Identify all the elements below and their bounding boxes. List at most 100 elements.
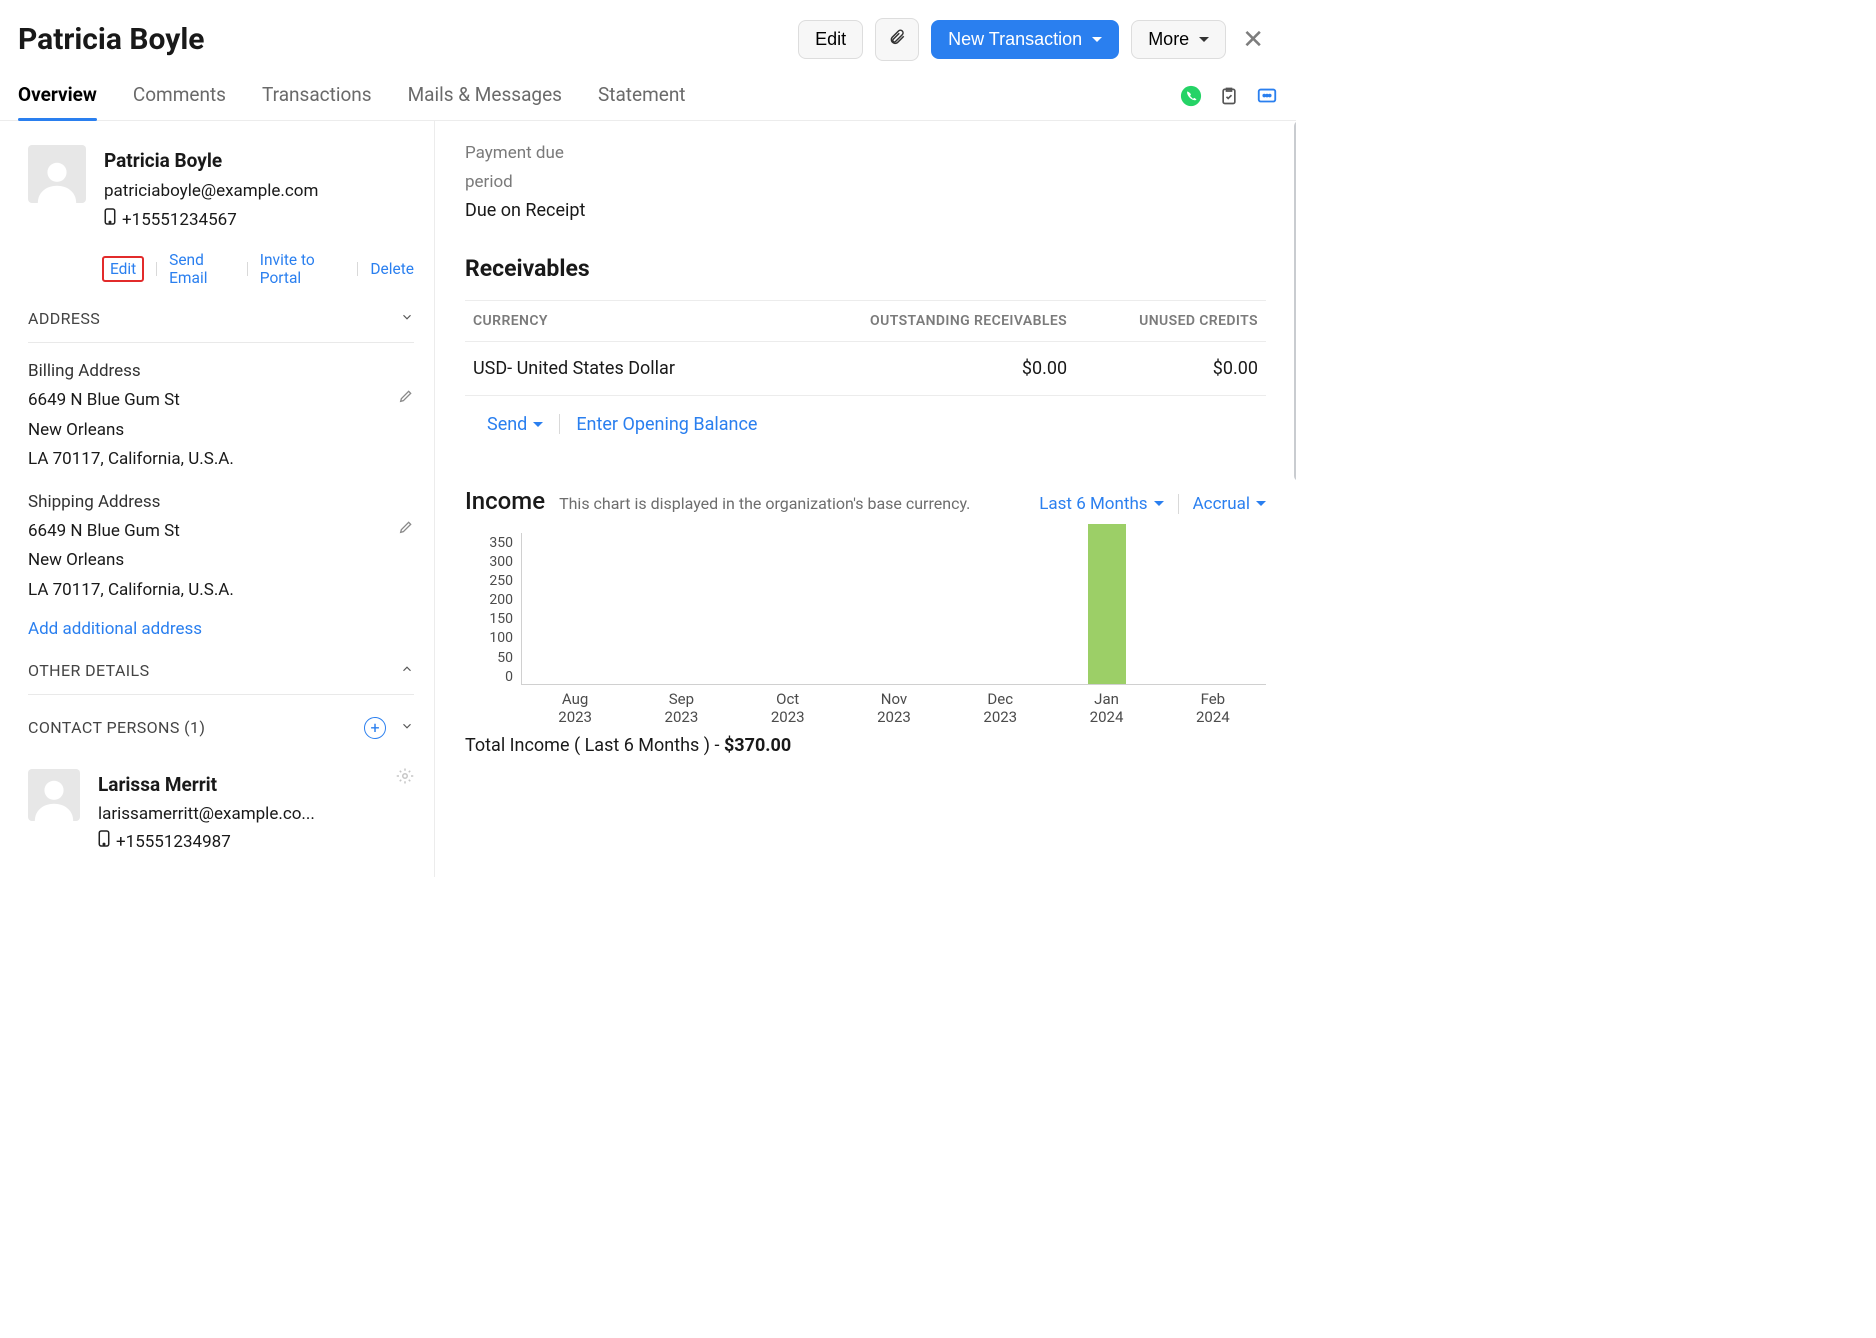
- cell-unused: $0.00: [1075, 341, 1266, 395]
- paperclip-icon: [888, 27, 906, 52]
- address-line: 6649 N Blue Gum St: [28, 386, 414, 415]
- divider: [1178, 494, 1179, 514]
- avatar: [28, 145, 86, 203]
- profile-email: patriciaboyle@example.com: [104, 177, 318, 206]
- pencil-icon[interactable]: [398, 385, 414, 401]
- delete-link[interactable]: Delete: [370, 260, 414, 278]
- chevron-up-icon: [400, 661, 414, 680]
- cell-outstanding: $0.00: [774, 341, 1076, 395]
- pencil-icon[interactable]: [398, 516, 414, 532]
- divider: [156, 262, 157, 276]
- payment-due-value: Due on Receipt: [465, 200, 1266, 221]
- profile-name: Patricia Boyle: [104, 145, 318, 177]
- add-contact-button[interactable]: +: [364, 717, 386, 739]
- avatar: [28, 769, 80, 821]
- y-tick: 350: [489, 535, 513, 551]
- attachment-button[interactable]: [875, 18, 919, 61]
- other-details-label: OTHER DETAILS: [28, 661, 149, 680]
- table-row: USD- United States Dollar $0.00 $0.00: [465, 341, 1266, 395]
- page-title: Patricia Boyle: [18, 22, 205, 57]
- profile-phone: +15551234567: [122, 206, 237, 235]
- income-chart: 350300250200150100500 Aug2023Sep2023Oct2…: [465, 533, 1266, 723]
- send-dropdown[interactable]: Send: [487, 414, 543, 435]
- contact-persons-label: CONTACT PERSONS (1): [28, 718, 205, 737]
- enter-opening-balance-link[interactable]: Enter Opening Balance: [576, 414, 757, 435]
- address-line: 6649 N Blue Gum St: [28, 517, 414, 546]
- caret-down-icon: [533, 422, 543, 427]
- scrollbar[interactable]: [1294, 121, 1296, 481]
- tab-statement[interactable]: Statement: [598, 71, 686, 120]
- mobile-icon: [98, 828, 110, 856]
- chevron-down-icon: [400, 718, 414, 737]
- whatsapp-icon[interactable]: [1180, 85, 1202, 107]
- invite-portal-link[interactable]: Invite to Portal: [260, 251, 346, 287]
- divider: [559, 414, 560, 434]
- address-line: New Orleans: [28, 416, 414, 445]
- caret-down-icon: [1256, 501, 1266, 506]
- income-subtitle: This chart is displayed in the organizat…: [559, 494, 1025, 513]
- contact-name: Larissa Merrit: [98, 769, 315, 800]
- x-tick: Dec2023: [983, 690, 1017, 726]
- clipboard-check-icon[interactable]: [1218, 85, 1240, 107]
- total-income-label: Total Income ( Last 6 Months ) -: [465, 735, 724, 756]
- receivables-heading: Receivables: [465, 255, 1266, 282]
- send-email-link[interactable]: Send Email: [169, 251, 235, 287]
- y-tick: 0: [505, 669, 513, 685]
- send-label: Send: [487, 414, 527, 435]
- contact-person-row: Larissa Merrit larissamerritt@example.co…: [28, 753, 414, 856]
- y-tick: 100: [489, 630, 513, 646]
- billing-address: Billing Address 6649 N Blue Gum St New O…: [28, 357, 414, 474]
- income-heading: Income: [465, 487, 545, 515]
- x-tick: Jan2024: [1090, 690, 1124, 726]
- divider: [357, 262, 358, 276]
- range-dropdown[interactable]: Last 6 Months: [1039, 494, 1163, 514]
- payment-due-label: Payment due period: [465, 139, 605, 197]
- address-line: LA 70117, California, U.S.A.: [28, 576, 414, 605]
- gear-icon[interactable]: [396, 767, 414, 785]
- y-tick: 200: [489, 592, 513, 608]
- basis-dropdown[interactable]: Accrual: [1193, 494, 1266, 514]
- section-address[interactable]: ADDRESS: [28, 295, 414, 343]
- th-outstanding: OUTSTANDING RECEIVABLES: [774, 300, 1076, 341]
- close-icon[interactable]: ✕: [1238, 25, 1268, 55]
- cell-currency: USD- United States Dollar: [465, 341, 774, 395]
- address-line: New Orleans: [28, 546, 414, 575]
- contact-email: larissamerritt@example.co...: [98, 800, 315, 828]
- x-tick: Oct2023: [771, 690, 805, 726]
- add-address-link[interactable]: Add additional address: [28, 619, 202, 639]
- caret-down-icon: [1199, 37, 1209, 42]
- range-label: Last 6 Months: [1039, 494, 1147, 514]
- x-tick: Sep2023: [665, 690, 699, 726]
- more-label: More: [1148, 29, 1189, 50]
- section-contact-persons[interactable]: CONTACT PERSONS (1) +: [28, 703, 414, 753]
- billing-label: Billing Address: [28, 357, 414, 386]
- basis-label: Accrual: [1193, 494, 1250, 514]
- tab-comments[interactable]: Comments: [133, 71, 226, 120]
- y-tick: 250: [489, 573, 513, 589]
- x-tick: Feb2024: [1196, 690, 1230, 726]
- shipping-label: Shipping Address: [28, 488, 414, 517]
- receivables-table: CURRENCY OUTSTANDING RECEIVABLES UNUSED …: [465, 300, 1266, 396]
- address-section-label: ADDRESS: [28, 309, 100, 328]
- caret-down-icon: [1092, 37, 1102, 42]
- x-tick: Nov2023: [877, 690, 911, 726]
- edit-button[interactable]: Edit: [798, 20, 863, 59]
- tab-mails[interactable]: Mails & Messages: [408, 71, 562, 120]
- more-button[interactable]: More: [1131, 20, 1226, 59]
- tab-overview[interactable]: Overview: [18, 71, 97, 120]
- edit-link[interactable]: Edit: [110, 260, 136, 278]
- chat-icon[interactable]: [1256, 85, 1278, 107]
- chevron-down-icon: [400, 309, 414, 328]
- x-tick: Aug2023: [558, 690, 592, 726]
- new-transaction-label: New Transaction: [948, 29, 1082, 50]
- address-line: LA 70117, California, U.S.A.: [28, 445, 414, 474]
- y-tick: 150: [489, 611, 513, 627]
- th-unused: UNUSED CREDITS: [1075, 300, 1266, 341]
- caret-down-icon: [1154, 501, 1164, 506]
- new-transaction-button[interactable]: New Transaction: [931, 20, 1119, 59]
- y-tick: 50: [497, 650, 513, 666]
- section-other-details[interactable]: OTHER DETAILS: [28, 647, 414, 695]
- contact-phone: +15551234987: [116, 828, 231, 856]
- mobile-icon: [104, 206, 116, 235]
- tab-transactions[interactable]: Transactions: [262, 71, 372, 120]
